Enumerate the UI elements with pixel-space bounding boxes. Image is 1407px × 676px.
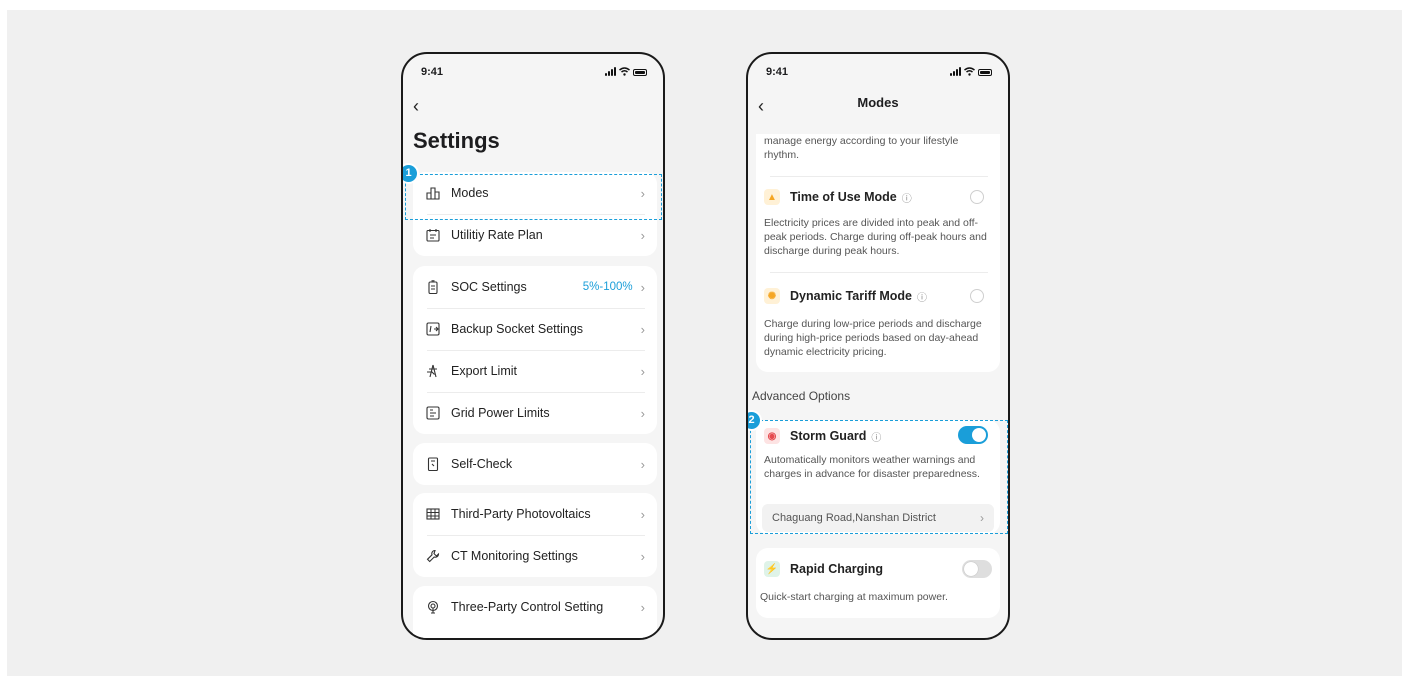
settings-item-backup-socket[interactable]: Backup Socket Settings ›	[413, 308, 657, 350]
rate-plan-icon	[425, 227, 441, 243]
time-of-use-header: ▲ Time of Use Mode ⓘ	[764, 189, 912, 205]
settings-item-rate-plan[interactable]: Utilitiy Rate Plan ›	[413, 214, 657, 256]
lightning-icon: ⚡	[764, 561, 780, 577]
status-time: 9:41	[766, 66, 789, 78]
grid-limit-icon	[425, 405, 441, 421]
dynamic-tariff-description: Charge during low-price periods and disc…	[764, 318, 982, 358]
status-icons	[950, 67, 992, 76]
settings-item-label: CT Monitoring Settings	[451, 549, 578, 563]
chevron-right-icon: ›	[640, 405, 645, 421]
settings-phone: 9:41 ‹ Settings Modes › Utilitiy Rate Pl…	[401, 52, 665, 640]
highlight-storm-guard	[750, 420, 1008, 534]
wrench-icon	[425, 548, 441, 564]
tower-icon	[425, 363, 441, 379]
status-bar: 9:41	[766, 66, 992, 80]
settings-item-label: Utilitiy Rate Plan	[451, 228, 543, 242]
settings-item-label: Third-Party Photovoltaics	[451, 507, 591, 521]
status-bar: 9:41	[421, 66, 647, 80]
settings-group-battery: SOC Settings 5%-100% › Backup Socket Set…	[413, 266, 657, 434]
dynamic-tariff-icon: ✺	[764, 288, 780, 304]
settings-item-label: SOC Settings	[451, 280, 527, 294]
dynamic-tariff-header: ✺ Dynamic Tariff Mode ⓘ	[764, 288, 927, 304]
chevron-right-icon: ›	[640, 321, 645, 337]
settings-group-control: Three-Party Control Setting ›	[413, 586, 657, 638]
page-title: Modes	[857, 95, 899, 110]
chevron-right-icon: ›	[640, 456, 645, 472]
divider	[770, 176, 988, 177]
mode-description-top: manage energy according to your lifestyl…	[764, 135, 959, 161]
chevron-right-icon: ›	[640, 599, 645, 615]
settings-item-self-check[interactable]: Self-Check ›	[413, 443, 657, 485]
rapid-charging-toggle[interactable]	[962, 560, 992, 578]
settings-item-third-party-pv[interactable]: Third-Party Photovoltaics ›	[413, 493, 657, 535]
chevron-right-icon: ›	[640, 548, 645, 564]
modes-card: manage energy according to your lifestyl…	[756, 134, 1000, 372]
time-of-use-icon: ▲	[764, 189, 780, 205]
rapid-charging-label: Rapid Charging	[790, 562, 884, 576]
advanced-options-label: Advanced Options	[752, 389, 851, 403]
antenna-icon	[425, 599, 441, 615]
signal-icon	[605, 67, 616, 76]
status-icons	[605, 67, 647, 76]
socket-icon	[425, 321, 441, 337]
time-of-use-radio[interactable]	[970, 190, 984, 204]
battery-status-icon	[978, 69, 992, 76]
divider	[770, 272, 988, 273]
settings-item-grid-power-limits[interactable]: Grid Power Limits ›	[413, 392, 657, 434]
settings-item-label: Grid Power Limits	[451, 406, 550, 420]
chevron-right-icon: ›	[640, 506, 645, 522]
soc-range-value: 5%-100%	[582, 281, 633, 293]
battery-icon	[425, 279, 441, 295]
settings-item-label: Self-Check	[451, 457, 513, 471]
chevron-right-icon: ›	[640, 363, 645, 379]
signal-icon	[950, 67, 961, 76]
page-title: Settings	[413, 128, 500, 153]
wifi-icon	[619, 67, 630, 76]
settings-group-pv: Third-Party Photovoltaics › CT Monitorin…	[413, 493, 657, 577]
solar-panel-icon	[425, 506, 441, 522]
status-time: 9:41	[421, 66, 444, 78]
back-button[interactable]: ‹	[413, 96, 419, 117]
time-of-use-description: Electricity prices are divided into peak…	[764, 217, 987, 257]
highlight-modes	[405, 174, 662, 220]
toggle-knob	[964, 562, 978, 576]
wifi-icon	[964, 67, 975, 76]
chevron-right-icon: ›	[640, 227, 645, 243]
rapid-charging-header: ⚡ Rapid Charging	[764, 561, 883, 577]
settings-item-soc[interactable]: SOC Settings 5%-100% ›	[413, 266, 657, 308]
self-check-icon	[425, 456, 441, 472]
battery-status-icon	[633, 69, 647, 76]
time-of-use-label: Time of Use Mode	[790, 190, 897, 204]
canvas-background	[7, 10, 1402, 676]
rapid-charging-card: ⚡ Rapid Charging Quick-start charging at…	[756, 548, 1000, 618]
chevron-right-icon: ›	[640, 279, 645, 295]
modes-phone: 9:41 ‹ Modes manage energy according to …	[746, 52, 1010, 640]
settings-item-label: Export Limit	[451, 364, 517, 378]
settings-item-export-limit[interactable]: Export Limit ›	[413, 350, 657, 392]
dynamic-tariff-label: Dynamic Tariff Mode	[790, 289, 913, 303]
settings-item-label: Three-Party Control Setting	[451, 600, 604, 614]
dynamic-tariff-radio[interactable]	[970, 289, 984, 303]
settings-item-three-party-control[interactable]: Three-Party Control Setting ›	[413, 586, 657, 628]
rapid-charging-description: Quick-start charging at maximum power.	[760, 591, 948, 603]
help-icon[interactable]: ⓘ	[902, 190, 912, 205]
settings-group-self-check: Self-Check ›	[413, 443, 657, 485]
settings-item-ct-monitoring[interactable]: CT Monitoring Settings ›	[413, 535, 657, 577]
settings-item-label: Backup Socket Settings	[451, 322, 584, 336]
help-icon[interactable]: ⓘ	[917, 289, 927, 304]
